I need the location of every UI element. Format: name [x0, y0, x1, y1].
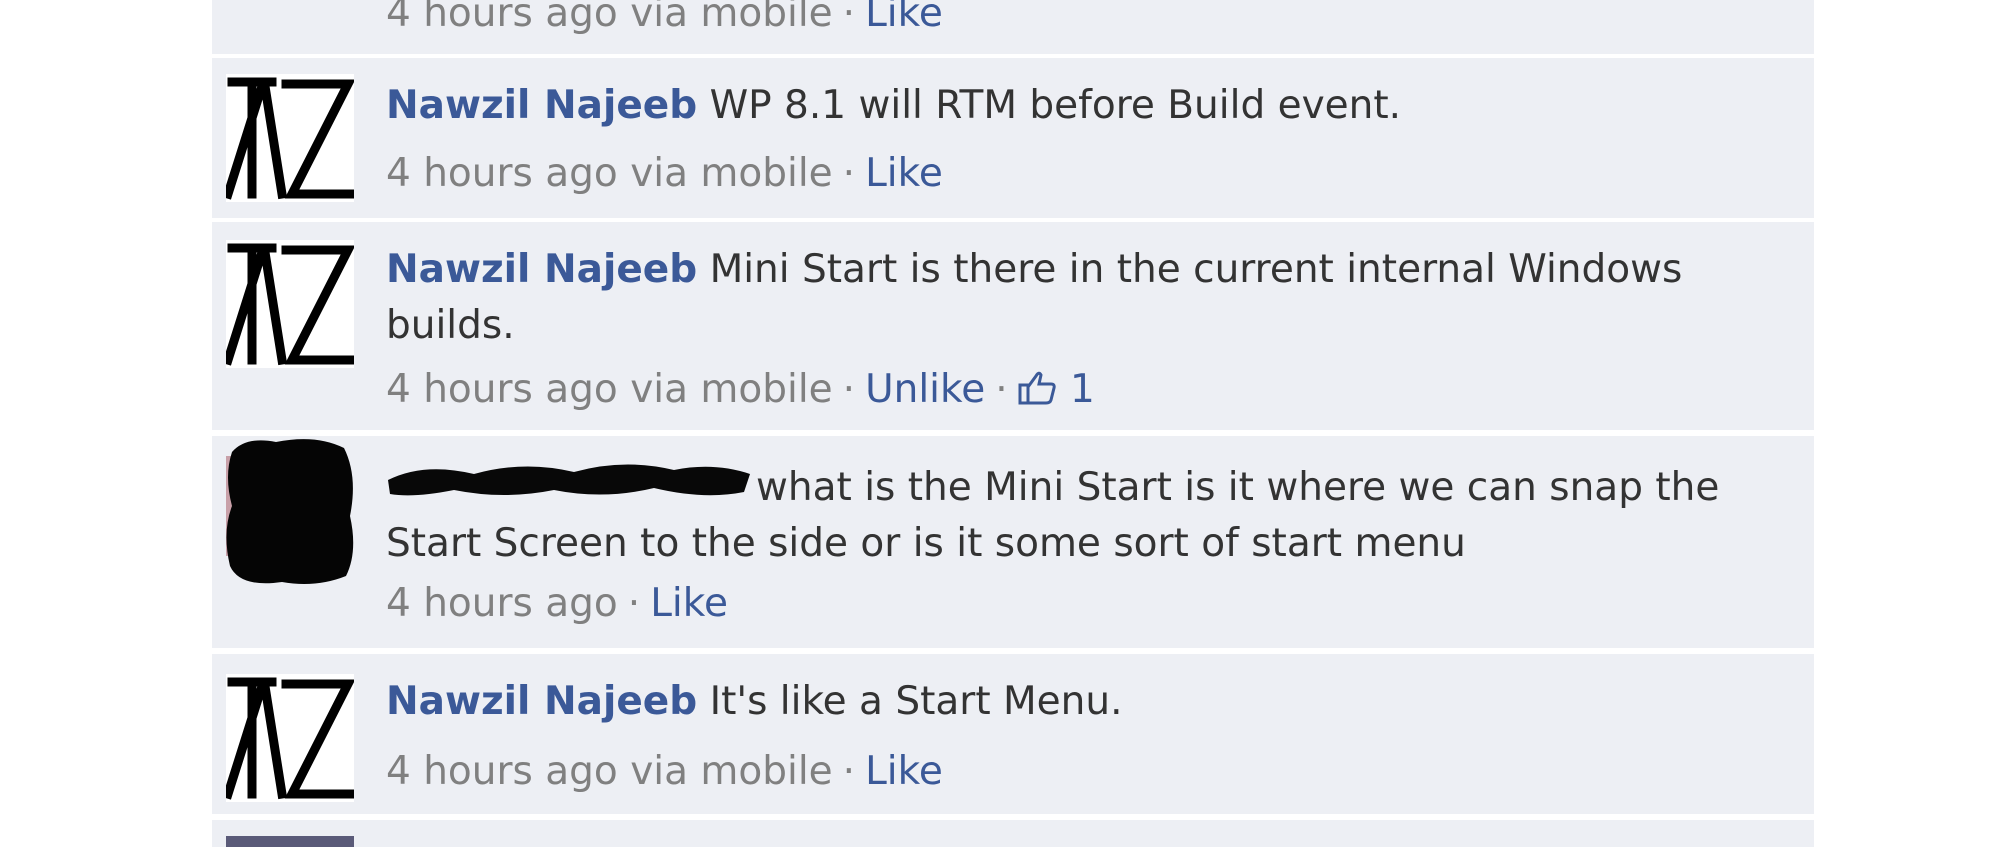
- comment-meta: 4 hours ago via mobile · Like: [386, 146, 943, 202]
- comment-time: 4 hours ago: [386, 367, 618, 412]
- user-avatar-redacted[interactable]: [226, 436, 354, 586]
- comment-item: what is the Mini Start is it where we ca…: [212, 436, 1814, 648]
- comment-meta: 4 hours ago via mobile · Like: [386, 0, 943, 42]
- comment-item: Nawzil Najeeb Mini Start is there in the…: [212, 222, 1814, 430]
- comment-item: Nawzil Najeeb WP 8.1 will RTM before Bui…: [212, 58, 1814, 218]
- user-avatar-partial[interactable]: [226, 836, 354, 847]
- comment-meta: 4 hours ago via mobile · Like: [386, 744, 943, 800]
- thumbs-up-icon: [1018, 371, 1056, 405]
- separator-dot: ·: [842, 749, 856, 794]
- comment-meta: 4 hours ago via mobile · Unlike · 1: [386, 362, 1095, 418]
- comment-via: via mobile: [630, 0, 833, 36]
- separator-dot: ·: [842, 367, 856, 412]
- comment-feed: 4 hours ago via mobile · Like Nawzil Najee…: [212, 0, 1814, 847]
- like-count-value: 1: [1070, 367, 1095, 412]
- comment-text: WP 8.1 will RTM before Build event.: [709, 83, 1402, 128]
- comment-body: what is the Mini Start is it where we ca…: [386, 460, 1754, 572]
- user-avatar[interactable]: [226, 240, 354, 368]
- like-link[interactable]: Like: [865, 151, 943, 196]
- comment-meta: 4 hours ago · Like: [386, 576, 728, 632]
- comment-via: via mobile: [630, 367, 833, 412]
- comment-body: Nawzil Najeeb Mini Start is there in the…: [386, 242, 1754, 354]
- comment-time: 4 hours ago: [386, 0, 618, 36]
- like-link[interactable]: Like: [865, 749, 943, 794]
- unlike-link[interactable]: Unlike: [865, 367, 985, 412]
- comment-author[interactable]: Nawzil Najeeb: [386, 83, 697, 128]
- user-avatar[interactable]: [226, 74, 354, 202]
- comment-text: It's like a Start Menu.: [709, 679, 1123, 724]
- comment-item: [212, 820, 1814, 847]
- comment-item: 4 hours ago via mobile · Like: [212, 0, 1814, 54]
- comment-time: 4 hours ago: [386, 581, 618, 626]
- comment-time: 4 hours ago: [386, 151, 618, 196]
- user-avatar[interactable]: [226, 674, 354, 802]
- comment-author[interactable]: Nawzil Najeeb: [386, 679, 697, 724]
- comment-via: via mobile: [630, 749, 833, 794]
- comment-body: Nawzil Najeeb WP 8.1 will RTM before Bui…: [386, 78, 1754, 134]
- comment-item: Nawzil Najeeb It's like a Start Menu. 4 …: [212, 654, 1814, 814]
- separator-dot: ·: [627, 581, 641, 626]
- separator-dot: ·: [842, 151, 856, 196]
- separator-dot: ·: [995, 367, 1008, 412]
- like-link[interactable]: Like: [650, 581, 728, 626]
- comment-via: via mobile: [630, 151, 833, 196]
- like-count[interactable]: 1: [1018, 367, 1095, 412]
- separator-dot: ·: [842, 0, 856, 36]
- comment-body: Nawzil Najeeb It's like a Start Menu.: [386, 674, 1754, 730]
- comment-text: what is the Mini Start is it where we ca…: [386, 465, 1720, 566]
- comment-time: 4 hours ago: [386, 749, 618, 794]
- comment-author[interactable]: Nawzil Najeeb: [386, 247, 697, 292]
- like-link[interactable]: Like: [865, 0, 943, 36]
